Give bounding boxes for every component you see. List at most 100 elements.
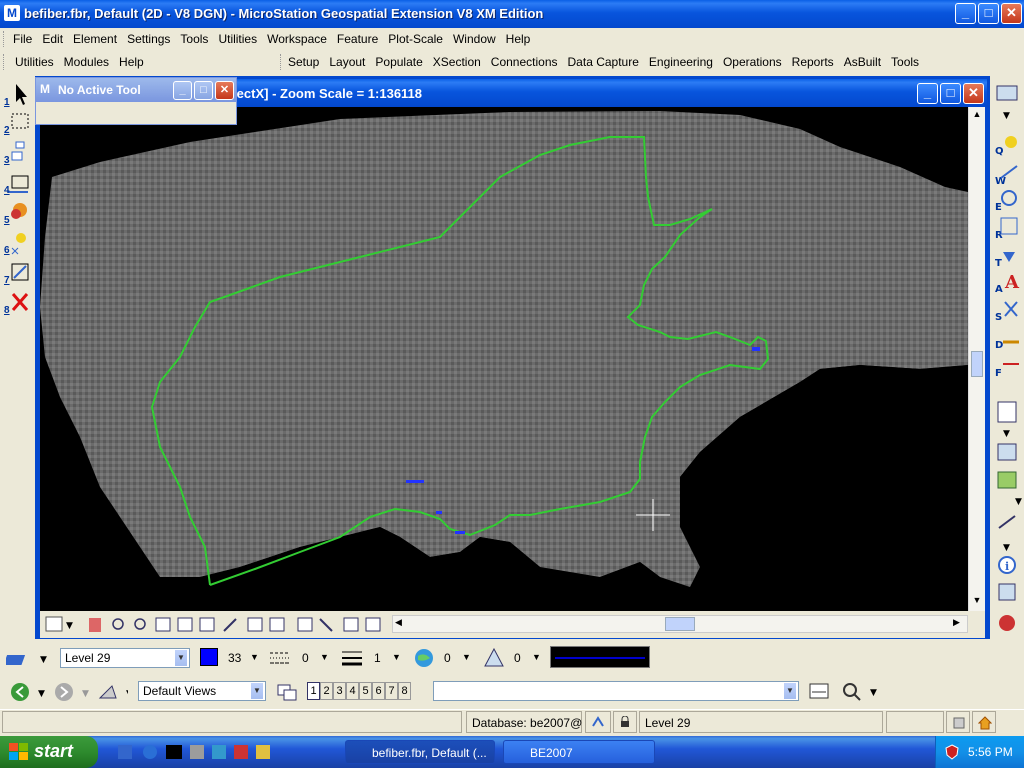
menu-help[interactable]: Help xyxy=(501,28,536,50)
tool-settings-close-button[interactable]: ✕ xyxy=(215,81,234,100)
menu-settings[interactable]: Settings xyxy=(122,28,175,50)
menu-element[interactable]: Element xyxy=(68,28,122,50)
home-icon[interactable] xyxy=(972,711,996,733)
menu-file[interactable]: File xyxy=(8,28,37,50)
transparency-globe-icon[interactable] xyxy=(412,646,436,670)
view-button-4[interactable]: 4 xyxy=(346,682,359,700)
menu-setup[interactable]: Setup xyxy=(283,51,324,73)
color-dropdown-icon[interactable]: ▼ xyxy=(250,652,259,662)
line-style-icon[interactable] xyxy=(268,648,292,668)
map-image[interactable] xyxy=(40,107,968,611)
chevron-down-icon[interactable]: ▼ xyxy=(783,682,797,700)
menu-grip[interactable] xyxy=(3,54,6,70)
view-tool-icons[interactable]: ▼ xyxy=(806,680,886,704)
transparency-dropdown-icon[interactable]: ▼ xyxy=(462,652,471,662)
security-shield-icon[interactable] xyxy=(944,744,960,760)
menu-modules[interactable]: Modules xyxy=(59,51,114,73)
view-button-1[interactable]: 1 xyxy=(307,682,320,700)
menu-utilities-2[interactable]: Utilities xyxy=(10,51,59,73)
scroll-down-icon[interactable]: ▼ xyxy=(971,595,983,607)
horizontal-scroll-thumb[interactable] xyxy=(665,617,695,631)
menu-help-2[interactable]: Help xyxy=(114,51,149,73)
level-combo[interactable]: Level 29 ▼ xyxy=(60,648,190,668)
menu-window[interactable]: Window xyxy=(448,28,501,50)
view-button-8[interactable]: 8 xyxy=(398,682,411,700)
view-button-3[interactable]: 3 xyxy=(333,682,346,700)
view-button-2[interactable]: 2 xyxy=(320,682,333,700)
windows-logo-icon xyxy=(9,743,28,760)
saved-views-combo[interactable]: Default Views ▼ xyxy=(138,681,266,701)
maximize-button[interactable]: □ xyxy=(978,3,999,24)
priority-icon[interactable] xyxy=(482,646,506,670)
vertical-scrollbar[interactable]: ▲ ▼ xyxy=(968,107,985,611)
menu-utilities[interactable]: Utilities xyxy=(213,28,262,50)
chevron-down-icon[interactable]: ▼ xyxy=(250,682,264,700)
color-swatch[interactable] xyxy=(200,648,218,666)
menu-populate[interactable]: Populate xyxy=(370,51,427,73)
microstation-app-icon[interactable]: M xyxy=(4,5,20,21)
view-groups-icon[interactable] xyxy=(276,683,300,703)
menu-plot-scale[interactable]: Plot-Scale xyxy=(383,28,448,50)
layer-manager-icon[interactable]: ▼ xyxy=(6,647,52,669)
menu-tools-2[interactable]: Tools xyxy=(886,51,924,73)
style-dropdown-icon[interactable]: ▼ xyxy=(320,652,329,662)
svg-text:▼: ▼ xyxy=(126,689,128,699)
fence-tool[interactable]: 2 xyxy=(4,110,30,136)
view-button-6[interactable]: 6 xyxy=(372,682,385,700)
close-button[interactable]: ✕ xyxy=(1001,3,1022,24)
place-line-tool[interactable]: 4 xyxy=(4,170,30,196)
snap-icon[interactable] xyxy=(585,711,611,733)
view-button-7[interactable]: 7 xyxy=(385,682,398,700)
tool-settings-window[interactable]: M No Active Tool _ □ ✕ xyxy=(35,77,237,125)
scroll-right-icon[interactable]: ▶ xyxy=(953,617,960,628)
view-maximize-button[interactable]: □ xyxy=(940,83,961,104)
view-button-5[interactable]: 5 xyxy=(359,682,372,700)
tool-settings-maximize-button[interactable]: □ xyxy=(194,81,213,100)
scroll-left-icon[interactable]: ◀ xyxy=(395,617,402,628)
scroll-up-icon[interactable]: ▲ xyxy=(971,109,983,121)
taskbar-item-microstation[interactable]: befiber.fbr, Default (... xyxy=(345,740,495,764)
manipulate-tool[interactable]: 3 xyxy=(4,140,30,166)
light-tool[interactable]: 6 xyxy=(4,230,30,256)
chevron-down-icon[interactable]: ▼ xyxy=(174,649,188,667)
menu-tools[interactable]: Tools xyxy=(175,28,213,50)
menu-workspace[interactable]: Workspace xyxy=(262,28,332,50)
line-weight-icon[interactable] xyxy=(340,648,364,668)
menu-grip[interactable] xyxy=(3,31,6,47)
menu-asbuilt[interactable]: AsBuilt xyxy=(839,51,886,73)
scroll-thumb[interactable] xyxy=(971,351,983,377)
view-close-button[interactable]: ✕ xyxy=(963,83,984,104)
menu-feature[interactable]: Feature xyxy=(332,28,383,50)
design-history-icon[interactable] xyxy=(946,711,970,733)
minimize-button[interactable]: _ xyxy=(955,3,976,24)
menu-data-capture[interactable]: Data Capture xyxy=(563,51,644,73)
menu-reports[interactable]: Reports xyxy=(787,51,839,73)
view-control-icons[interactable]: ▼ xyxy=(44,615,394,635)
tool-settings-title: No Active Tool xyxy=(58,83,141,97)
drawing-canvas[interactable] xyxy=(40,107,968,611)
priority-dropdown-icon[interactable]: ▼ xyxy=(532,652,541,662)
menu-connections[interactable]: Connections xyxy=(486,51,563,73)
lock-icon[interactable] xyxy=(613,711,637,733)
menu-engineering[interactable]: Engineering xyxy=(644,51,718,73)
menu-edit[interactable]: Edit xyxy=(37,28,68,50)
menu-layout[interactable]: Layout xyxy=(324,51,370,73)
key-in-field[interactable]: ▼ xyxy=(433,681,799,701)
horizontal-scrollbar[interactable]: ◀ ▶ xyxy=(392,615,968,633)
tool-settings-title-bar[interactable]: M No Active Tool _ □ ✕ xyxy=(36,78,236,102)
start-button[interactable]: start xyxy=(0,736,98,768)
element-selection-tool[interactable]: 1 xyxy=(4,82,30,108)
menu-operations[interactable]: Operations xyxy=(718,51,787,73)
fill-tool[interactable]: 5 xyxy=(4,200,30,226)
menu-xsection[interactable]: XSection xyxy=(428,51,486,73)
tool-settings-minimize-button[interactable]: _ xyxy=(173,81,192,100)
task-tool-icons[interactable]: ▼ Q W E R T AA S D F ▼ ▼ ▼ i xyxy=(991,80,1024,640)
quick-launch-icons[interactable] xyxy=(114,742,274,764)
weight-dropdown-icon[interactable]: ▼ xyxy=(392,652,401,662)
attributes-toolbar: ▼ Level 29 ▼ 33 ▼ 0 ▼ 1 ▼ 0 ▼ 0 ▼ xyxy=(0,642,1024,674)
view-minimize-button[interactable]: _ xyxy=(917,83,938,104)
taskbar-item-be2007[interactable]: BE2007 xyxy=(503,740,655,764)
delete-tool[interactable]: 8 xyxy=(4,290,30,316)
navigation-icons[interactable]: ▼ ▼ ▼ xyxy=(8,680,128,704)
scale-tool[interactable]: 7 xyxy=(4,260,30,286)
